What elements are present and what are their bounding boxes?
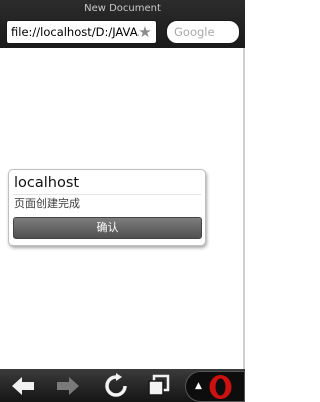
scrollbar[interactable] <box>243 48 245 369</box>
search-input[interactable]: Google <box>166 20 240 44</box>
confirm-button[interactable]: 确认 <box>13 217 202 239</box>
opera-menu-button[interactable]: ▲ <box>185 371 245 402</box>
tabs-icon[interactable] <box>146 373 172 399</box>
menu-caret-icon: ▲ <box>195 381 202 391</box>
window-title: New Document <box>84 3 161 14</box>
dialog-message: 页面创建完成 <box>14 197 80 210</box>
search-placeholder: Google <box>174 25 215 39</box>
dialog-divider <box>13 194 201 195</box>
star-icon[interactable]: ★ <box>136 22 154 42</box>
forward-arrow-icon[interactable] <box>55 373 81 399</box>
dialog-title: localhost <box>14 175 80 191</box>
reload-icon[interactable] <box>103 373 129 399</box>
address-bar[interactable]: file://localhost/D:/JAVA... ★ <box>6 20 157 44</box>
back-arrow-icon[interactable] <box>10 373 36 399</box>
address-url[interactable]: file://localhost/D:/JAVA... <box>11 21 139 43</box>
top-bar: New Document file://localhost/D:/JAVA...… <box>0 0 245 48</box>
opera-logo-icon <box>209 375 232 399</box>
alert-dialog: localhost 页面创建完成 确认 <box>8 169 206 246</box>
